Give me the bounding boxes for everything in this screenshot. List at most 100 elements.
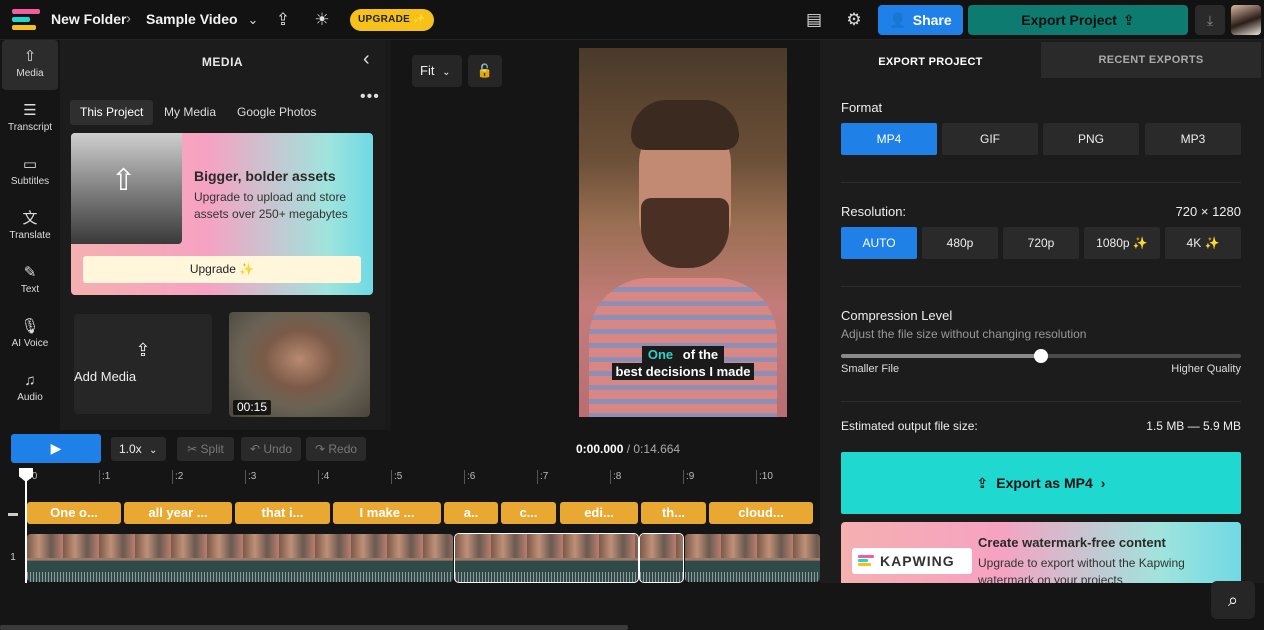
comments-icon[interactable]: ▤: [803, 9, 825, 31]
nav-audio[interactable]: ♫ Audio: [2, 364, 58, 414]
share-button[interactable]: 👤 Share: [878, 5, 963, 35]
redo-button[interactable]: ↷ Redo: [306, 437, 366, 461]
file-size-label: Estimated output file size:: [841, 419, 978, 433]
tab-export-project[interactable]: EXPORT PROJECT: [820, 42, 1041, 78]
horizontal-scrollbar[interactable]: [0, 625, 628, 630]
redo-label: Redo: [328, 442, 358, 456]
export-project-button[interactable]: Export Project ⇪: [968, 5, 1188, 35]
split-label: Split: [200, 442, 224, 456]
subtitle-chip[interactable]: all year ...: [124, 502, 232, 524]
ruler-tick: :8: [610, 470, 621, 484]
timeline-tracks: ▬ 1 One o... all year ... that i... I make …: [0, 490, 820, 583]
format-png[interactable]: PNG: [1043, 123, 1139, 155]
nav-translate[interactable]: 文 Translate: [2, 202, 58, 252]
more-options-icon[interactable]: •••: [360, 88, 380, 106]
gear-icon[interactable]: ⚙: [843, 9, 865, 31]
subtitle-chip[interactable]: that i...: [235, 502, 330, 524]
nav-ai-voice[interactable]: 🎙 AI Voice: [2, 310, 58, 360]
nav-transcript[interactable]: ☰ Transcript: [2, 94, 58, 144]
compression-slider[interactable]: [841, 349, 1241, 363]
chevron-down-icon[interactable]: ⌄: [242, 9, 264, 31]
watermark-upgrade-card[interactable]: KAPWING Create watermark-free content Up…: [841, 522, 1241, 583]
media-thumbnail[interactable]: 00:15: [229, 312, 370, 417]
subtitles-icon: ▭: [22, 156, 38, 173]
compression-slider-fill: [841, 354, 1041, 358]
collapse-panel-icon[interactable]: ‹: [363, 48, 370, 71]
tab-my-media[interactable]: My Media: [154, 100, 226, 125]
upgrade-button[interactable]: UPGRADE ✨: [350, 9, 434, 31]
resolution-4k[interactable]: 4K ✨: [1165, 227, 1241, 259]
video-clip[interactable]: [27, 534, 453, 582]
subtitle-chip[interactable]: c...: [501, 502, 556, 524]
format-mp3[interactable]: MP3: [1145, 123, 1241, 155]
promo-image: ⇧: [71, 133, 182, 244]
video-canvas[interactable]: One of the best decisions I made: [579, 48, 787, 417]
format-mp4[interactable]: MP4: [841, 123, 937, 155]
lock-icon[interactable]: 🔓: [468, 55, 502, 87]
music-note-icon: ♫: [24, 372, 36, 389]
slider-min-label: Smaller File: [841, 363, 900, 375]
subtitle-chip[interactable]: edi...: [560, 502, 638, 524]
caption-line-2[interactable]: best decisions I made: [579, 363, 787, 380]
chevron-down-icon: ⌄: [149, 445, 158, 456]
video-clip[interactable]: [685, 534, 820, 582]
subtitle-chip[interactable]: One o...: [27, 502, 121, 524]
download-icon[interactable]: ⤓: [1195, 5, 1225, 35]
format-label: Format: [841, 100, 883, 115]
tab-recent-exports[interactable]: RECENT EXPORTS: [1041, 42, 1261, 78]
ruler-tick: :10: [756, 470, 773, 484]
tab-this-project[interactable]: This Project: [70, 100, 154, 125]
add-media-button[interactable]: ⇪ Add Media: [74, 314, 212, 414]
lightbulb-icon[interactable]: ☀: [311, 9, 333, 31]
project-title[interactable]: Sample Video: [146, 11, 238, 27]
play-button[interactable]: ▶: [11, 434, 101, 463]
share-upload-icon[interactable]: ⇪: [272, 9, 294, 31]
export-as-mp4-button[interactable]: ⇪ Export as MP4 ›: [841, 452, 1241, 514]
fit-dropdown[interactable]: Fit ⌄: [412, 55, 462, 87]
nav-transcript-label: Transcript: [7, 122, 53, 133]
breadcrumb-folder[interactable]: New Folder: [51, 11, 126, 27]
resolution-1080p[interactable]: 1080p ✨: [1084, 227, 1160, 259]
caption-line-2-text: best decisions I made: [612, 363, 754, 380]
export-as-mp4-label: Export as MP4: [996, 475, 1093, 491]
search-icon[interactable]: ⌕: [1211, 581, 1255, 619]
chevron-down-icon: ⌄: [442, 67, 451, 78]
promo-heading: Bigger, bolder assets: [194, 168, 336, 184]
compression-label: Compression Level: [841, 308, 953, 323]
compression-slider-handle[interactable]: [1034, 349, 1048, 363]
nav-audio-label: Audio: [17, 392, 43, 403]
subtitle-chip[interactable]: I make ...: [333, 502, 441, 524]
video-clip[interactable]: [639, 533, 684, 583]
resolution-480p[interactable]: 480p: [922, 227, 998, 259]
subtitle-chip[interactable]: a..: [444, 502, 498, 524]
promo-upgrade-button[interactable]: Upgrade ✨: [83, 256, 361, 283]
timecode: 0:00.000 / 0:14.664: [576, 442, 680, 456]
nav-media[interactable]: ⇧ Media: [2, 40, 58, 90]
kapwing-logo-icon[interactable]: [12, 9, 40, 31]
tab-google-photos[interactable]: Google Photos: [227, 100, 326, 125]
subtitle-chip[interactable]: th...: [641, 502, 706, 524]
speed-dropdown[interactable]: 1.0x ⌄: [111, 437, 166, 461]
undo-button[interactable]: ↶ Undo: [241, 437, 301, 461]
video-track-label: 1: [10, 552, 16, 563]
subtitle-chip[interactable]: cloud...: [709, 502, 813, 524]
timeline-ruler[interactable]: :0:1:2:3:4:5:6:7:8:9:10: [0, 468, 820, 490]
export-icon: ⇪: [976, 474, 989, 491]
caption-line-1[interactable]: One of the: [579, 346, 787, 363]
divider: [841, 401, 1241, 402]
resolution-720p[interactable]: 720p: [1003, 227, 1079, 259]
nav-text[interactable]: ✎ Text: [2, 256, 58, 306]
nav-text-label: Text: [20, 284, 40, 295]
transcript-icon: ☰: [23, 102, 37, 119]
ruler-tick: :4: [318, 470, 329, 484]
format-gif[interactable]: GIF: [942, 123, 1038, 155]
avatar[interactable]: [1231, 5, 1261, 35]
share-button-label: Share: [912, 12, 952, 28]
nav-subtitles[interactable]: ▭ Subtitles: [2, 148, 58, 198]
video-subject-hair: [631, 100, 739, 150]
video-clip[interactable]: [454, 533, 639, 583]
split-button[interactable]: ✂ Split: [177, 437, 234, 461]
upload-icon: ⇧: [23, 48, 37, 65]
resolution-auto[interactable]: AUTO: [841, 227, 917, 259]
kapwing-wordmark-text: KAPWING: [880, 553, 955, 569]
